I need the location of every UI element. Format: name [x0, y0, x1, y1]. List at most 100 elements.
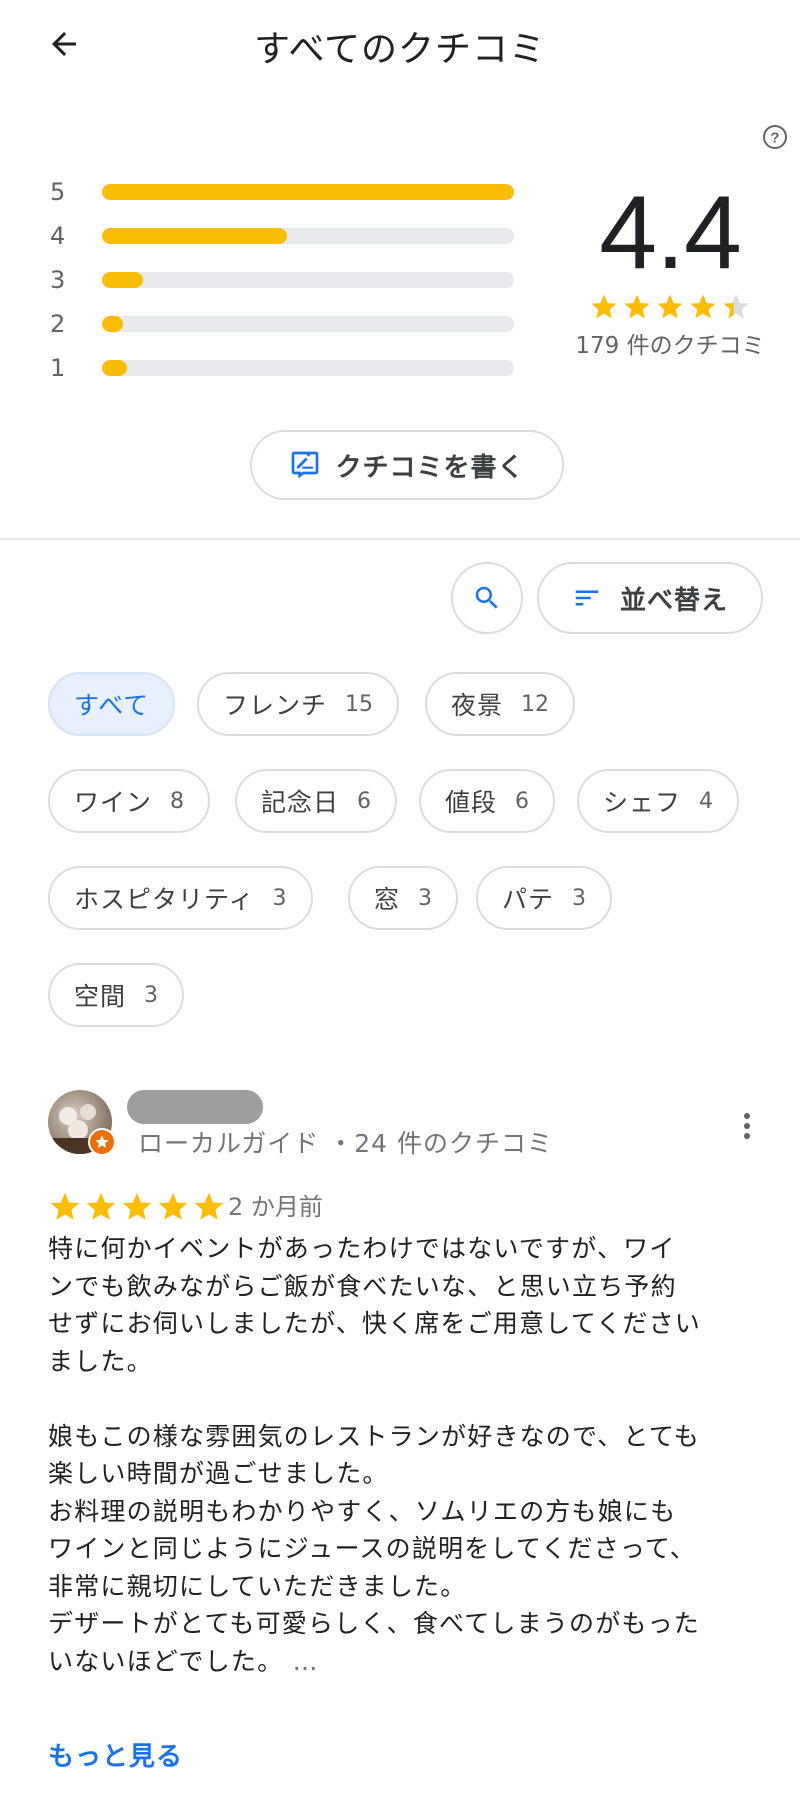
average-stars: [560, 292, 780, 322]
chip-chef[interactable]: シェフ 4: [577, 769, 740, 833]
histogram-track: [102, 272, 514, 288]
write-review-icon: [292, 451, 319, 479]
histogram-fill: [102, 316, 123, 332]
star-icon: [48, 1190, 82, 1224]
sort-icon: [575, 590, 599, 606]
more-dot: [744, 1113, 750, 1119]
chip-label: 空間: [74, 982, 127, 1011]
chip-anniversary[interactable]: 記念日 6: [235, 769, 398, 833]
review-line: いないほどでした。 …: [48, 1643, 768, 1681]
chip-count: 15: [345, 691, 374, 717]
chip-label: ホスピタリティ: [74, 885, 255, 914]
chip-pate[interactable]: パテ 3: [476, 866, 613, 930]
chip-label: 夜景: [451, 691, 504, 720]
write-review-label: クチコミを書く: [335, 452, 525, 483]
read-more-link[interactable]: もっと見る: [48, 1736, 183, 1773]
histogram-label: 2: [50, 310, 66, 338]
review-line: ンでも飲みながらご飯が食べたいな、と思い立ち予約: [48, 1271, 677, 1301]
chip-label: ワイン: [74, 788, 153, 817]
review-line: 非常に親切にしていただきました。: [48, 1571, 467, 1601]
write-review-button[interactable]: クチコミを書く: [250, 430, 564, 500]
chip-count: 12: [521, 691, 550, 717]
star-icon: [120, 1190, 154, 1224]
chip-label: 記念日: [261, 788, 340, 817]
chip-space[interactable]: 空間 3: [48, 963, 185, 1027]
help-icon[interactable]: ?: [762, 124, 788, 150]
histogram-fill: [102, 272, 144, 288]
histogram-track: [102, 184, 514, 200]
chip-count: 4: [699, 788, 714, 814]
chip-count: 8: [170, 788, 185, 814]
star-icon: [192, 1190, 226, 1224]
chip-hospitality[interactable]: ホスピタリティ 3: [48, 866, 313, 930]
chip-label: シェフ: [603, 788, 682, 817]
review-line: デザートがとても可愛らしく、食べてしまうのがもった: [48, 1609, 701, 1638]
star-icon: [84, 1190, 118, 1224]
review-line-text: いないほどでした。: [48, 1646, 284, 1676]
search-reviews-button[interactable]: [451, 562, 523, 634]
reviewer-name-redacted[interactable]: [127, 1090, 263, 1124]
chip-count: 3: [144, 982, 159, 1008]
more-dot: [744, 1133, 750, 1139]
review-line: せずにお伺いしましたが、快く席をご用意してください: [48, 1309, 702, 1338]
sort-button[interactable]: 並べ替え: [537, 562, 763, 634]
review-rating: [48, 1190, 226, 1224]
star-icon: [589, 292, 619, 322]
more-vert-icon[interactable]: [730, 1106, 764, 1146]
average-score: 4.4: [599, 175, 742, 291]
histogram-row-5: 5: [46, 170, 526, 214]
svg-text:?: ?: [770, 130, 779, 147]
histogram-row-2: 2: [46, 302, 526, 346]
review-line: ワインと同じようにジュースの説明をしてくださって、: [48, 1534, 697, 1563]
chip-count: 3: [272, 885, 287, 911]
histogram-label: 1: [50, 354, 66, 382]
header: すべてのクチコミ: [0, 0, 800, 88]
local-guide-badge-icon: [88, 1128, 116, 1156]
star-icon: [655, 292, 685, 322]
review-ellipsis: …: [292, 1646, 319, 1676]
review-line: 楽しい時間が過ごせました。: [48, 1459, 389, 1488]
chip-price[interactable]: 値段 6: [419, 769, 556, 833]
histogram-fill: [102, 184, 514, 200]
histogram-row-1: 1: [46, 346, 526, 390]
more-dot: [744, 1123, 750, 1129]
chip-wine[interactable]: ワイン 8: [48, 769, 211, 833]
histogram-label: 4: [50, 222, 66, 250]
star-icon: [622, 292, 652, 322]
chip-count: 6: [515, 788, 530, 814]
chip-french[interactable]: フレンチ 15: [197, 672, 400, 736]
chip-label: フレンチ: [223, 691, 328, 720]
rating-summary: 4.4 179 件のクチコミ: [560, 178, 780, 360]
chip-count: 3: [572, 885, 587, 911]
review-line: お料理の説明もわかりやすく、ソムリエの方も娘にも: [48, 1496, 677, 1526]
chip-count: 6: [357, 788, 372, 814]
histogram-fill: [102, 360, 127, 376]
chip-label: パテ: [502, 885, 555, 914]
star-icon: [156, 1190, 190, 1224]
histogram-label: 5: [50, 178, 66, 206]
review-line: 娘もこの様な雰囲気のレストランが好きなので、とても: [48, 1421, 701, 1451]
histogram-track: [102, 316, 514, 332]
histogram-row-3: 3: [46, 258, 526, 302]
chip-label: 窓: [374, 885, 401, 914]
review-count: 179 件のクチコミ: [575, 333, 765, 359]
review-line: [48, 1380, 768, 1418]
histogram-fill: [102, 228, 288, 244]
page-title: すべてのクチコミ: [253, 29, 547, 70]
star-icon: [721, 292, 751, 322]
chip-label: 値段: [445, 788, 498, 817]
review-line: ました。: [48, 1346, 153, 1376]
review-line: 特に何かイベントがあったわけではないですが、ワイ: [48, 1234, 676, 1263]
chip-count: 3: [418, 885, 433, 911]
histogram-row-4: 4: [46, 214, 526, 258]
chip-all[interactable]: すべて: [48, 672, 176, 736]
divider: [0, 538, 800, 540]
chip-window[interactable]: 窓 3: [348, 866, 459, 930]
review-text: 特に何かイベントがあったわけではないですが、ワイ ンでも飲みながらご飯が食べたい…: [48, 1230, 768, 1680]
reviewer-meta: ローカルガイド ・24 件のクチコミ: [138, 1129, 553, 1158]
chip-night-view[interactable]: 夜景 12: [425, 672, 576, 736]
histogram-track: [102, 360, 514, 376]
review-time: 2 か月前: [228, 1193, 323, 1221]
sort-label: 並べ替え: [619, 585, 728, 616]
star-icon: [688, 292, 718, 322]
